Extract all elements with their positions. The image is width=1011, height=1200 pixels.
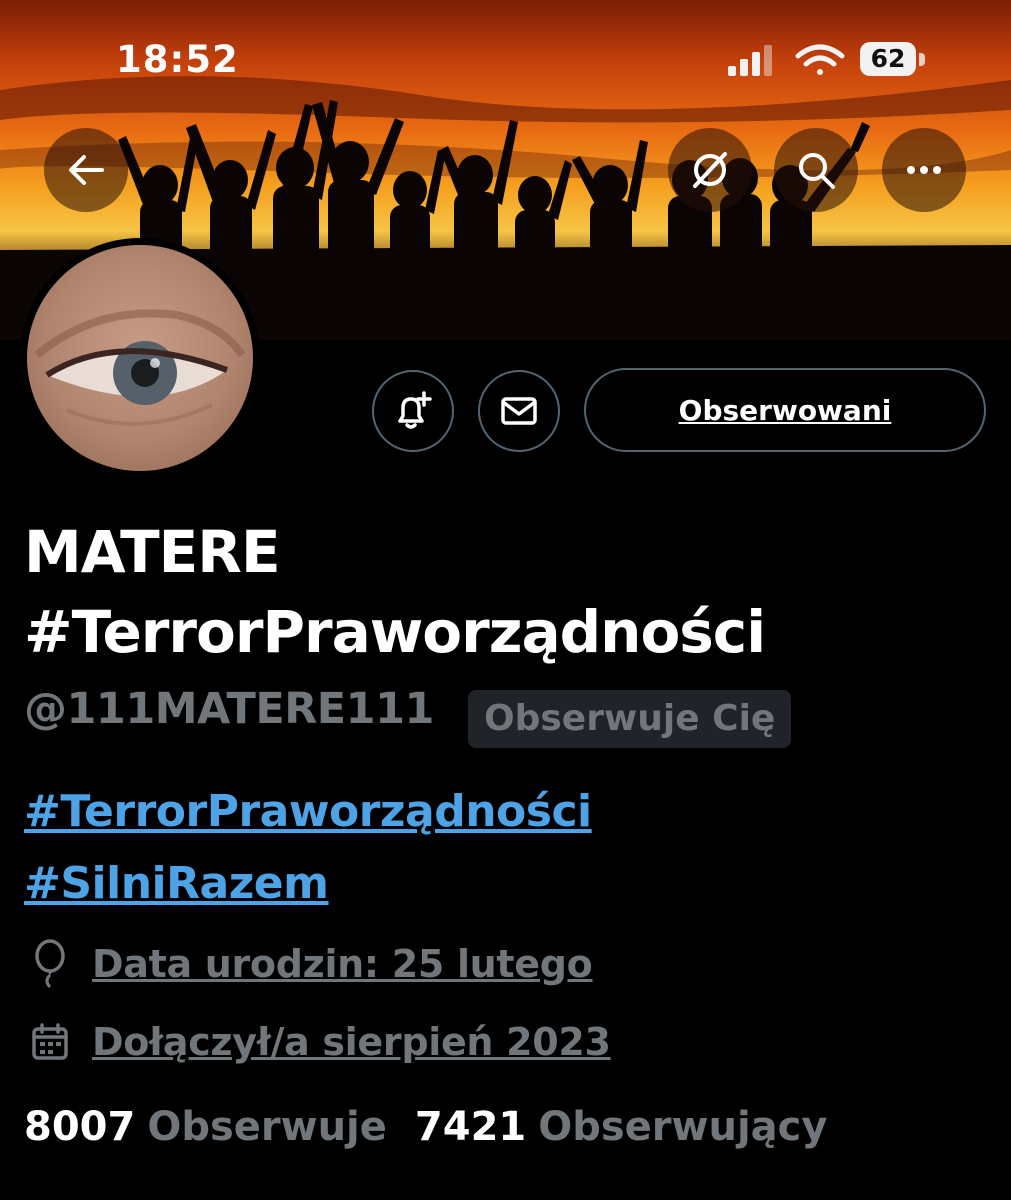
following-button[interactable]: Obserwowani xyxy=(584,368,986,452)
bell-plus-icon xyxy=(398,391,432,429)
birthday-row: Data urodzin: 25 lutego xyxy=(28,934,593,994)
follows-you-badge: Obserwuje Cię xyxy=(468,690,792,748)
wifi-icon xyxy=(795,44,845,75)
more-button[interactable] xyxy=(882,128,966,212)
battery-indicator: 62 xyxy=(860,42,916,76)
back-arrow-icon xyxy=(69,155,104,185)
status-time: 18:52 xyxy=(116,38,239,81)
handle: @111MATERE111 xyxy=(24,684,434,734)
search-button[interactable] xyxy=(774,128,858,212)
search-icon xyxy=(799,153,835,189)
joined-row: Dołączył/a sierpień 2023 xyxy=(28,1012,611,1072)
bio-hashtag[interactable]: #TerrorPraworządności xyxy=(24,786,592,837)
display-name: MATERE #TerrorPraworządności xyxy=(24,518,766,666)
followers-count[interactable]: 7421 xyxy=(415,1104,526,1150)
follow-stats: 8007 Obserwuje 7421 Obserwujący xyxy=(24,1104,855,1150)
birthday-text: Data urodzin: 25 lutego xyxy=(92,942,593,986)
signal-icon xyxy=(728,45,772,76)
mail-icon xyxy=(501,397,537,425)
notifications-button[interactable] xyxy=(372,370,454,452)
calendar-icon xyxy=(28,1016,72,1068)
message-button[interactable] xyxy=(478,370,560,452)
avatar-image xyxy=(27,245,253,471)
grok-button[interactable] xyxy=(668,128,752,212)
followers-label[interactable]: Obserwujący xyxy=(538,1104,827,1150)
following-label[interactable]: Obserwuje xyxy=(147,1104,387,1150)
following-count[interactable]: 8007 xyxy=(24,1104,135,1150)
battery-tip xyxy=(919,53,925,66)
more-dots-icon xyxy=(907,166,941,174)
back-button[interactable] xyxy=(44,128,128,212)
joined-text: Dołączył/a sierpień 2023 xyxy=(92,1020,611,1064)
balloon-icon xyxy=(28,938,72,990)
profile-avatar[interactable] xyxy=(20,238,260,478)
grok-icon xyxy=(693,152,727,188)
bio-hashtag[interactable]: #SilniRazem xyxy=(24,858,329,909)
